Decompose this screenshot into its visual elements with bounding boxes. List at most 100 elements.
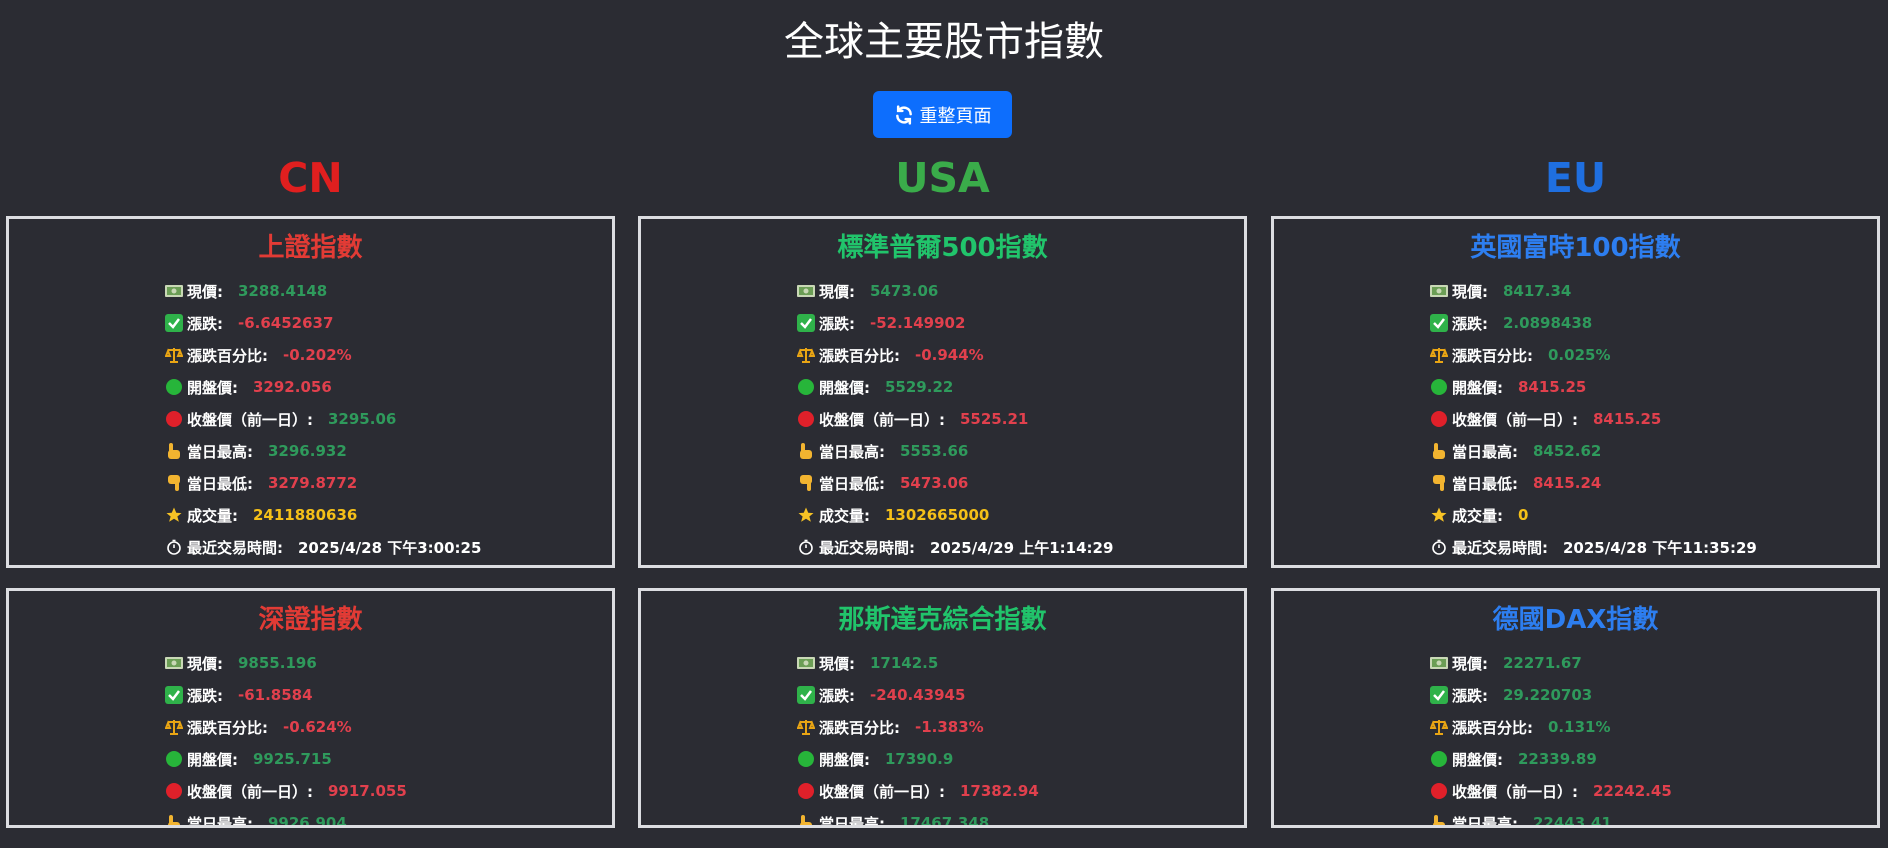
- value-last-trade: 2025/4/28 下午11:35:29: [1563, 538, 1757, 557]
- pointing-up-icon: [796, 441, 816, 461]
- green-circle-icon: [1429, 377, 1449, 397]
- row-high: 當日最高: 9926.904: [164, 807, 612, 828]
- index-card-ftse100: 英國富時100指數 現價: 8417.34 漲跌: 2.0898438 漲跌百分比:…: [1271, 216, 1880, 568]
- stopwatch-icon: [796, 537, 816, 557]
- value-volume: 2411880636: [253, 506, 358, 524]
- value-change: -6.6452637: [238, 314, 334, 332]
- star-icon: [164, 505, 184, 525]
- check-mark-icon: [796, 685, 816, 705]
- banknote-icon: [1429, 281, 1449, 301]
- row-prev-close: 收盤價（前一日）: 9917.055: [164, 775, 612, 807]
- value-current: 8417.34: [1503, 282, 1572, 300]
- banknote-icon: [796, 281, 816, 301]
- value-open: 17390.9: [885, 750, 954, 768]
- value-prev-close: 9917.055: [328, 782, 407, 800]
- value-low: 5473.06: [900, 474, 969, 492]
- value-change: -61.8584: [238, 686, 313, 704]
- pointing-down-icon: [796, 473, 816, 493]
- page-title: 全球主要股市指數: [784, 19, 1104, 65]
- row-change-pct: 漲跌百分比: -0.624%: [164, 711, 612, 743]
- value-volume: 0: [1518, 506, 1529, 524]
- value-low: 8415.24: [1533, 474, 1602, 492]
- row-high: 當日最高: 3296.932: [164, 435, 612, 467]
- star-icon: [796, 505, 816, 525]
- row-open: 開盤價: 3292.056: [164, 371, 612, 403]
- pointing-up-icon: [1429, 813, 1449, 825]
- row-change: 漲跌: -240.43945: [796, 679, 1244, 711]
- value-high: 5553.66: [900, 442, 969, 460]
- value-prev-close: 17382.94: [960, 782, 1039, 800]
- refresh-button[interactable]: 重整頁面: [873, 91, 1012, 138]
- refresh-icon: [894, 104, 914, 125]
- row-open: 開盤價: 22339.89: [1429, 743, 1877, 775]
- green-circle-icon: [796, 749, 816, 769]
- star-icon: [1429, 505, 1449, 525]
- value-high: 9926.904: [268, 814, 347, 828]
- red-circle-icon: [1429, 781, 1449, 801]
- value-current: 22271.67: [1503, 654, 1582, 672]
- balance-scale-icon: [164, 717, 184, 737]
- row-current: 現價: 17142.5: [796, 647, 1244, 679]
- value-open: 5529.22: [885, 378, 954, 396]
- row-volume: 成交量: 0: [1429, 499, 1877, 531]
- row-change: 漲跌: 2.0898438: [1429, 307, 1877, 339]
- index-card-title: 德國DAX指數: [1492, 605, 1659, 635]
- value-change: 2.0898438: [1503, 314, 1593, 332]
- row-open: 開盤價: 8415.25: [1429, 371, 1877, 403]
- row-last-trade: 最近交易時間: 2025/4/29 上午1:14:29: [796, 531, 1244, 563]
- pointing-down-icon: [164, 473, 184, 493]
- value-low: 3279.8772: [268, 474, 358, 492]
- row-volume: 成交量: 1302665000: [796, 499, 1244, 531]
- red-circle-icon: [796, 409, 816, 429]
- balance-scale-icon: [796, 345, 816, 365]
- pointing-down-icon: [1429, 473, 1449, 493]
- row-prev-close: 收盤價（前一日）: 8415.25: [1429, 403, 1877, 435]
- region-column-usa: USA 標準普爾500指數 現價: 5473.06 漲跌: -52.149902 漲…: [638, 150, 1247, 848]
- value-high: 22443.41: [1533, 814, 1612, 828]
- index-card-sp500: 標準普爾500指數 現價: 5473.06 漲跌: -52.149902 漲跌百分比…: [638, 216, 1247, 568]
- check-mark-icon: [1429, 685, 1449, 705]
- row-high: 當日最高: 5553.66: [796, 435, 1244, 467]
- red-circle-icon: [164, 409, 184, 429]
- index-card-title: 英國富時100指數: [1470, 233, 1681, 263]
- row-change-pct: 漲跌百分比: -1.383%: [796, 711, 1244, 743]
- row-change: 漲跌: 29.220703: [1429, 679, 1877, 711]
- green-circle-icon: [1429, 749, 1449, 769]
- banknote-icon: [796, 653, 816, 673]
- region-title-eu: EU: [1544, 154, 1607, 202]
- check-mark-icon: [164, 313, 184, 333]
- row-current: 現價: 22271.67: [1429, 647, 1877, 679]
- balance-scale-icon: [1429, 345, 1449, 365]
- value-change-pct: -1.383%: [915, 718, 984, 736]
- banknote-icon: [164, 653, 184, 673]
- row-low: 當日最低: 8415.24: [1429, 467, 1877, 499]
- row-last-trade: 最近交易時間: 2025/4/28 下午3:00:25: [164, 531, 612, 563]
- row-change-pct: 漲跌百分比: 0.131%: [1429, 711, 1877, 743]
- refresh-button-label: 重整頁面: [919, 105, 992, 127]
- value-prev-close: 8415.25: [1593, 410, 1662, 428]
- region-column-cn: CN 上證指數 現價: 3288.4148 漲跌: -6.6452637 漲跌百分比…: [6, 150, 615, 848]
- check-mark-icon: [1429, 313, 1449, 333]
- balance-scale-icon: [1429, 717, 1449, 737]
- region-title-cn: CN: [278, 154, 343, 202]
- row-high: 當日最高: 22443.41: [1429, 807, 1877, 828]
- green-circle-icon: [796, 377, 816, 397]
- row-change: 漲跌: -6.6452637: [164, 307, 612, 339]
- row-open: 開盤價: 5529.22: [796, 371, 1244, 403]
- row-prev-close: 收盤價（前一日）: 3295.06: [164, 403, 612, 435]
- row-high: 當日最高: 17467.348: [796, 807, 1244, 825]
- index-card-dax: 德國DAX指數 現價: 22271.67 漲跌: 29.220703 漲跌百分比: 0…: [1271, 588, 1880, 828]
- value-open: 22339.89: [1518, 750, 1597, 768]
- stopwatch-icon: [1429, 537, 1449, 557]
- row-prev-close: 收盤價（前一日）: 22242.45: [1429, 775, 1877, 807]
- value-volume: 1302665000: [885, 506, 990, 524]
- row-low: 當日最低: 5473.06: [796, 467, 1244, 499]
- row-prev-close: 收盤價（前一日）: 17382.94: [796, 775, 1244, 807]
- index-card-title: 那斯達克綜合指數: [838, 605, 1047, 635]
- check-mark-icon: [164, 685, 184, 705]
- row-last-trade: 最近交易時間: 2025/4/28 下午11:35:29: [1429, 531, 1877, 563]
- value-current: 17142.5: [870, 654, 939, 672]
- value-open: 8415.25: [1518, 378, 1587, 396]
- red-circle-icon: [1429, 409, 1449, 429]
- row-current: 現價: 5473.06: [796, 275, 1244, 307]
